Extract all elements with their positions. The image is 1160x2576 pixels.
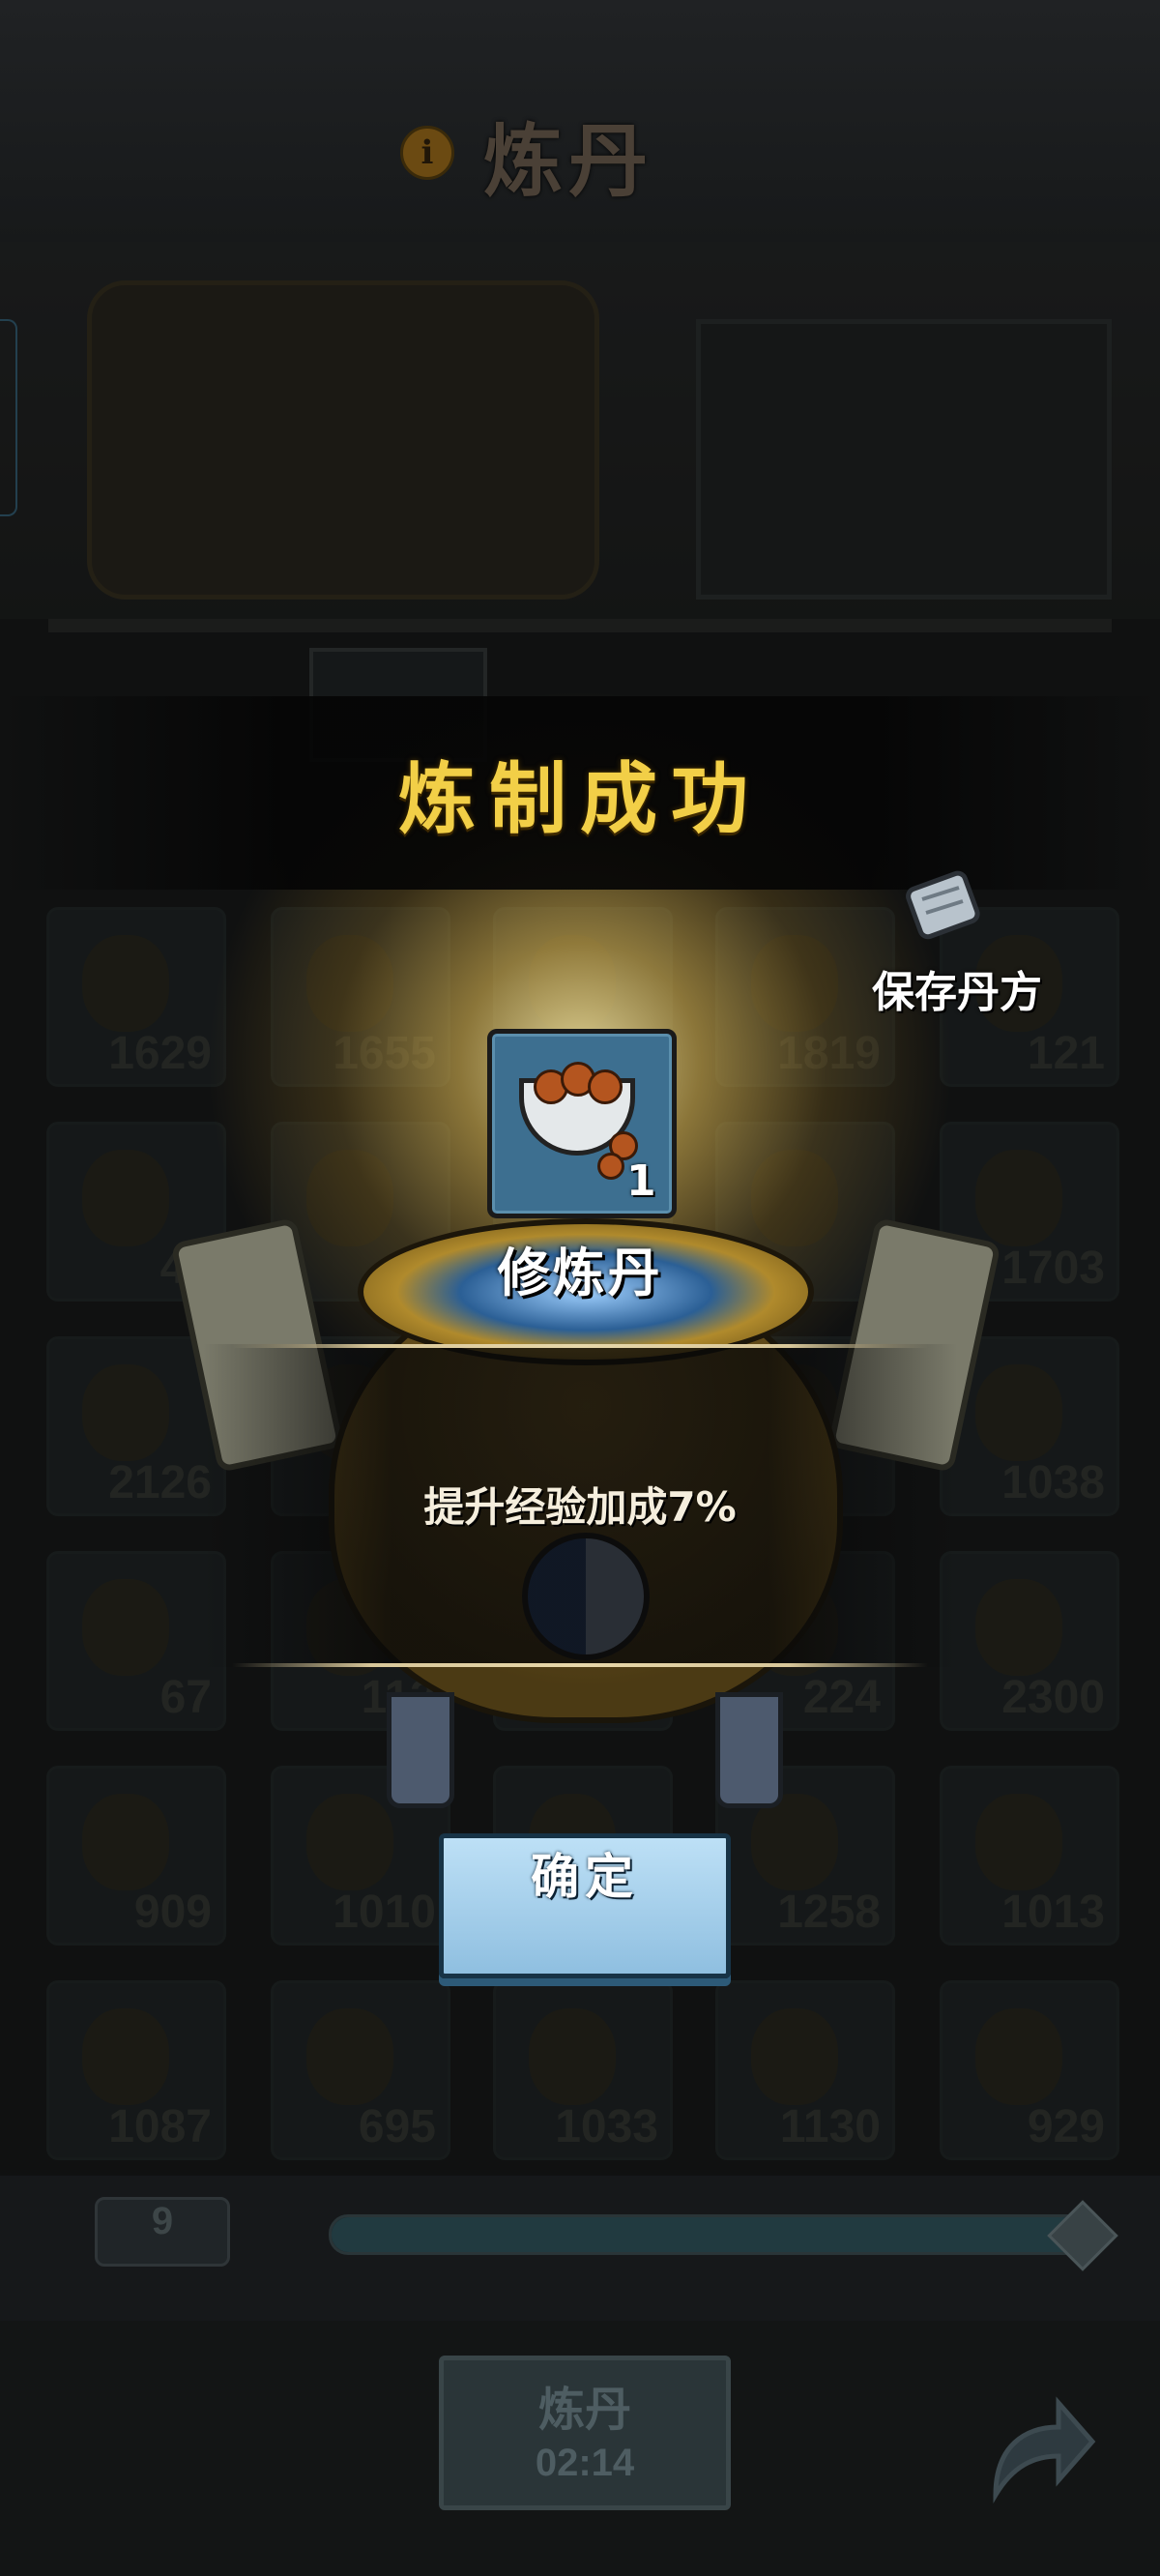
scroll-icon[interactable] <box>899 861 986 948</box>
quantity-display: 9 <box>95 2197 230 2267</box>
refine-button-label: 炼丹 <box>537 2383 631 2437</box>
panel-divider-bottom <box>232 1663 928 1667</box>
info-icon[interactable]: i <box>400 126 454 180</box>
effect-description: 提升经验加成7% <box>423 1483 737 1531</box>
cauldron-leg <box>715 1692 783 1808</box>
item-quantity: 1 <box>626 1156 656 1206</box>
quantity-slider-fill <box>332 2217 1080 2252</box>
page-title: 炼丹 <box>483 115 654 208</box>
refine-timer: 02:14 <box>535 2442 635 2484</box>
panel-divider-top <box>232 1344 928 1348</box>
share-arrow-icon[interactable] <box>967 2379 1102 2514</box>
cauldron-leg <box>387 1692 454 1808</box>
confirm-button-label: 确定 <box>531 1848 639 1905</box>
confirm-button[interactable]: 确定 <box>439 1833 731 1978</box>
pill-icon <box>597 1153 624 1180</box>
success-title: 炼制成功 <box>398 753 762 844</box>
item-name: 修炼丹 <box>497 1242 663 1303</box>
save-recipe-label[interactable]: 保存丹方 <box>851 957 1063 1019</box>
pill-icon <box>588 1069 623 1104</box>
slider-handle[interactable] <box>1047 2200 1118 2271</box>
